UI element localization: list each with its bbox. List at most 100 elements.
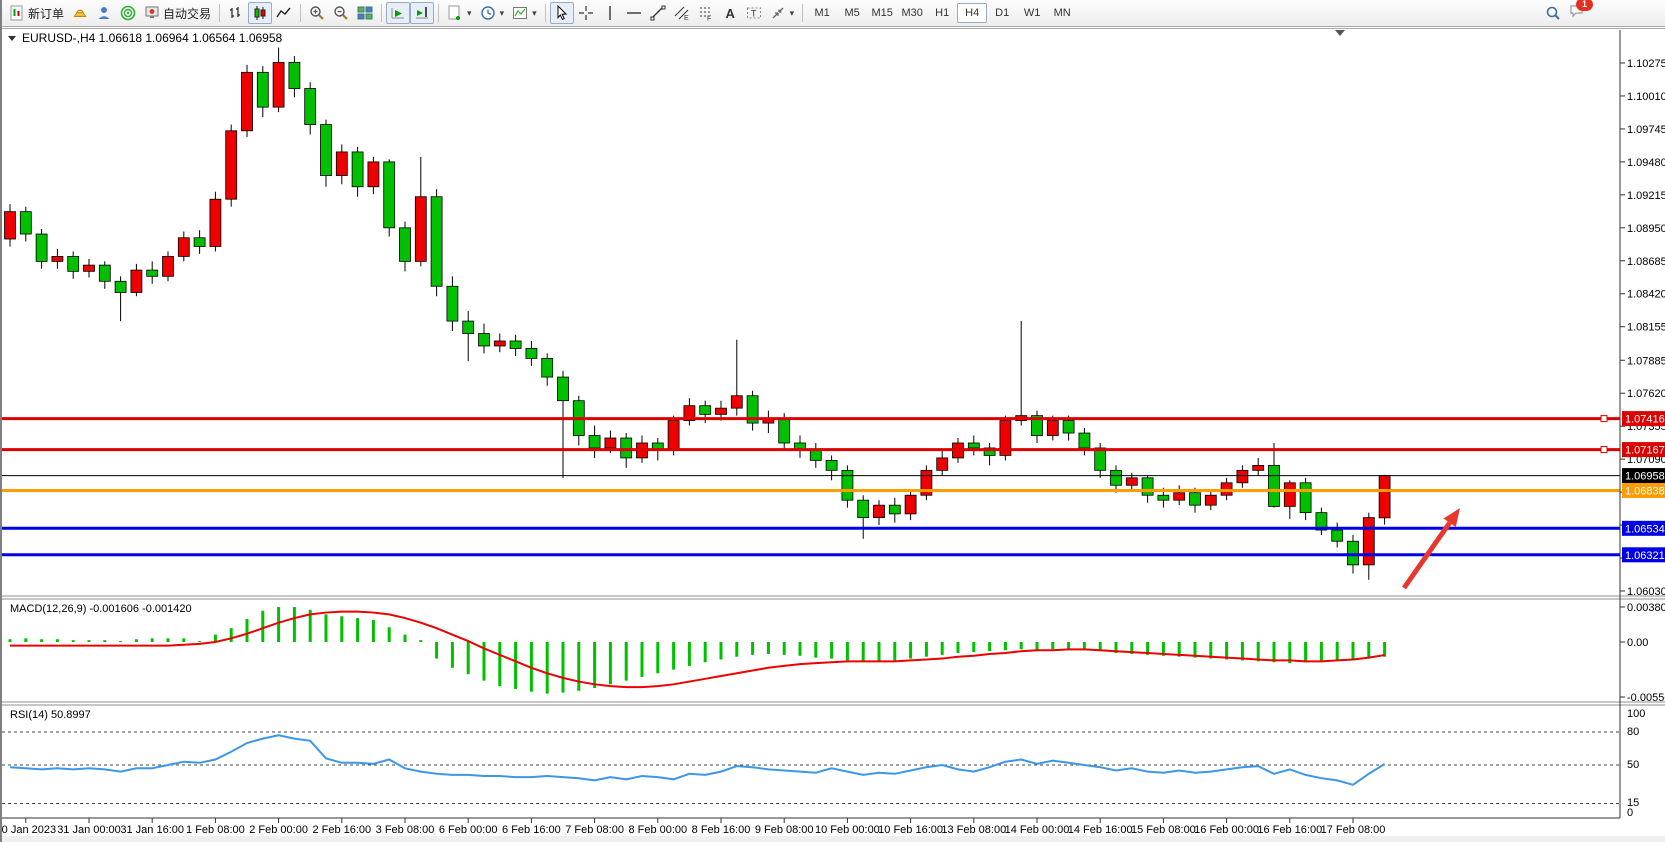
tile-windows-button[interactable] — [353, 2, 377, 24]
zoom-in-button[interactable] — [305, 2, 329, 24]
new-order-button[interactable]: 新订单 — [5, 2, 68, 24]
channel-button[interactable]: E — [670, 2, 694, 24]
timeframe-button-m15[interactable]: M15 — [867, 3, 897, 23]
candle-body — [36, 234, 47, 261]
macd-bar — [182, 638, 185, 642]
macd-bar — [388, 627, 391, 642]
auto-scroll-button[interactable] — [386, 2, 410, 24]
zoom-out-button[interactable] — [329, 2, 353, 24]
chart-header: EURUSD-,H4 1.06618 1.06964 1.06564 1.069… — [8, 31, 283, 45]
chart-shift-button[interactable] — [410, 2, 434, 24]
timeframe-button-h4[interactable]: H4 — [957, 3, 987, 23]
hline-button[interactable] — [622, 2, 646, 24]
macd-bar — [688, 642, 691, 666]
svg-text:2 Feb 00:00: 2 Feb 00:00 — [249, 824, 308, 836]
line-handle[interactable] — [1601, 416, 1607, 422]
period-button[interactable]: ▾ — [476, 2, 509, 24]
svg-text:15 Feb 08:00: 15 Feb 08:00 — [1131, 824, 1196, 836]
candle-body — [352, 152, 363, 187]
candle-body — [621, 438, 632, 458]
candle-body — [1126, 478, 1137, 485]
timeframe-button-m30[interactable]: M30 — [897, 3, 927, 23]
macd-bar — [24, 638, 27, 642]
svg-text:17 Feb 08:00: 17 Feb 08:00 — [1321, 824, 1386, 836]
toolbar-separator — [219, 4, 220, 22]
ingot-button[interactable] — [68, 2, 92, 24]
macd-bar — [261, 611, 264, 642]
zoom-out-icon — [333, 5, 349, 21]
svg-text:1.06534: 1.06534 — [1625, 523, 1665, 535]
svg-text:100: 100 — [1627, 708, 1645, 720]
macd-bar — [546, 642, 549, 694]
svg-text:31 Jan 00:00: 31 Jan 00:00 — [57, 824, 121, 836]
line-handle[interactable] — [1601, 447, 1607, 453]
new-chart-button[interactable]: ▾ — [443, 2, 476, 24]
macd-bar — [830, 642, 833, 659]
candle-body — [463, 321, 474, 333]
bars-chart-icon — [228, 5, 244, 21]
candle-body — [858, 500, 869, 517]
chevron-down-icon[interactable]: ▾ — [467, 8, 472, 19]
macd-bar — [435, 642, 438, 659]
toolbar-separator — [545, 4, 546, 22]
candle-body — [1063, 421, 1074, 433]
timeframe-button-w1[interactable]: W1 — [1017, 3, 1047, 23]
chart-plot-area[interactable] — [2, 27, 1665, 842]
text-button[interactable]: A — [718, 2, 742, 24]
signals-button[interactable] — [116, 2, 140, 24]
chevron-down-icon[interactable]: ▾ — [790, 8, 795, 19]
candle-body — [52, 256, 63, 261]
candle-body — [1190, 493, 1201, 505]
community-icon — [96, 5, 112, 21]
candle-body — [257, 72, 268, 107]
bar-chart-button[interactable] — [224, 2, 248, 24]
ingot-icon — [72, 5, 88, 21]
candle-body — [826, 460, 837, 470]
svg-text:1.07167: 1.07167 — [1625, 445, 1665, 457]
macd-bar — [230, 628, 233, 642]
svg-text:13 Feb 08:00: 13 Feb 08:00 — [941, 824, 1006, 836]
candle-body — [336, 152, 347, 176]
macd-bar — [119, 641, 122, 642]
cursor-button[interactable] — [550, 2, 574, 24]
chevron-down-icon[interactable]: ▾ — [532, 8, 537, 19]
timeframe-button-h1[interactable]: H1 — [927, 3, 957, 23]
candle-chart-button[interactable] — [248, 2, 272, 24]
timeframe-button-m5[interactable]: M5 — [837, 3, 867, 23]
macd-bar — [957, 642, 960, 653]
candle-body — [242, 72, 253, 130]
autotrade-button[interactable]: 自动交易 — [140, 2, 215, 24]
timeframe-button-d1[interactable]: D1 — [987, 3, 1017, 23]
macd-bar — [925, 642, 928, 657]
macd-bar — [151, 638, 154, 642]
label-button[interactable]: T — [742, 2, 766, 24]
chevron-down-icon[interactable]: ▾ — [500, 8, 505, 19]
fibo-button[interactable]: F — [694, 2, 718, 24]
community-button[interactable] — [92, 2, 116, 24]
svg-text:31 Jan 16:00: 31 Jan 16:00 — [120, 824, 184, 836]
svg-text:1.08685: 1.08685 — [1627, 256, 1665, 268]
arrows-button[interactable]: ▾ — [766, 2, 799, 24]
candle-body — [1205, 495, 1216, 505]
template-button[interactable]: ▾ — [508, 2, 541, 24]
macd-bar — [1036, 642, 1039, 650]
candle-body — [874, 505, 885, 517]
vline-button[interactable] — [598, 2, 622, 24]
candle-body — [305, 88, 316, 124]
macd-bar — [814, 642, 817, 658]
candle-body — [479, 334, 490, 346]
svg-text:1 Feb 08:00: 1 Feb 08:00 — [186, 824, 245, 836]
search-icon[interactable] — [1545, 5, 1561, 21]
svg-text:1.09215: 1.09215 — [1627, 190, 1665, 202]
trendline-button[interactable] — [646, 2, 670, 24]
candle-body — [1363, 518, 1374, 565]
tile-windows-icon — [357, 5, 373, 21]
crosshair-button[interactable] — [574, 2, 598, 24]
candle-body — [510, 341, 521, 348]
timeframe-button-m1[interactable]: M1 — [807, 3, 837, 23]
svg-text:1.07620: 1.07620 — [1627, 388, 1665, 400]
timeframe-button-mn[interactable]: MN — [1047, 3, 1077, 23]
line-chart-button[interactable] — [272, 2, 296, 24]
chart-canvas[interactable]: 1.102751.100101.097451.094801.092151.089… — [2, 27, 1665, 842]
chat-button[interactable]: 1 — [1569, 3, 1585, 24]
